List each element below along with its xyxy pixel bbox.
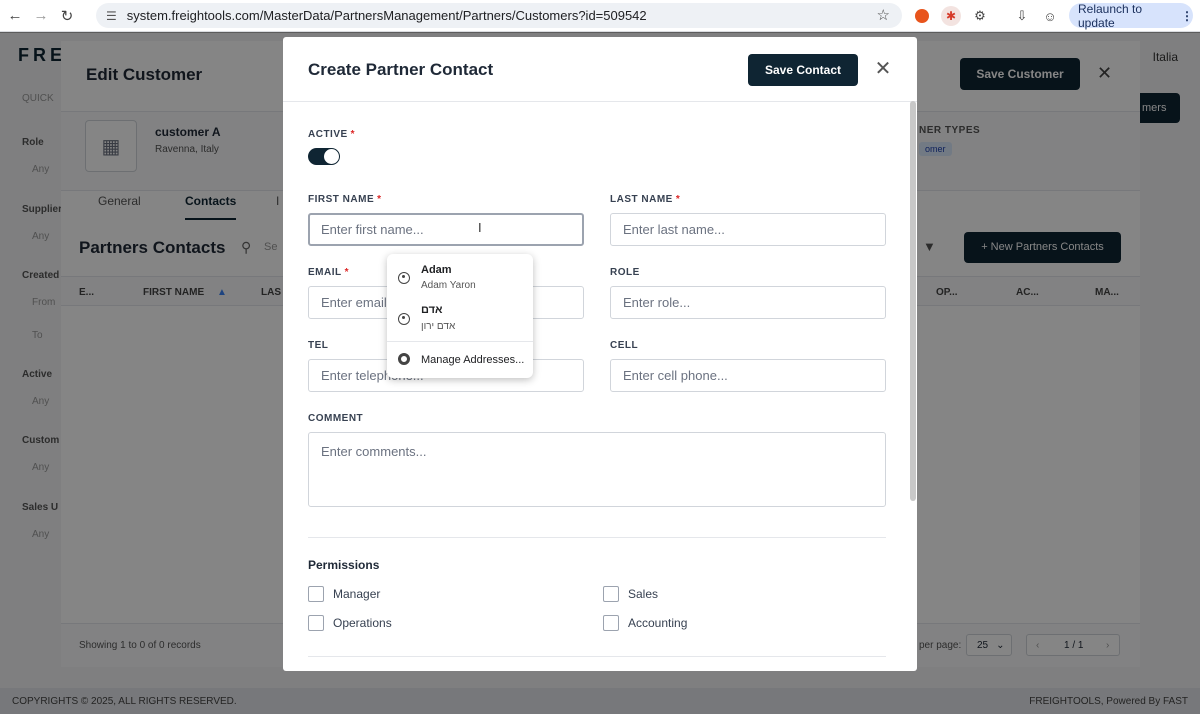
comment-label: COMMENT [308, 413, 364, 424]
permissions-title: Permissions [308, 558, 380, 572]
toggle-knob [324, 149, 339, 164]
create-partner-contact-modal: Create Partner Contact Save Contact ✕ AC… [283, 37, 917, 671]
extension-a-icon[interactable] [912, 6, 932, 26]
manager-checkbox[interactable] [308, 586, 324, 602]
first-name-label: FIRST NAME * [308, 194, 382, 205]
relaunch-label: Relaunch to update [1078, 1, 1143, 30]
comment-textarea[interactable] [308, 432, 886, 507]
accounting-label: Accounting [628, 616, 688, 630]
extension-icon[interactable]: ⚙ [970, 6, 990, 26]
manage-addresses-link[interactable]: Manage Addresses... [421, 354, 524, 366]
suggestion-detail: Adam Yaron [421, 280, 476, 291]
sales-label: Sales [628, 587, 659, 601]
text-cursor-icon: I [478, 220, 482, 235]
browser-toolbar: ← → ↻ ☰ system.freightools.com/MasterDat… [0, 0, 1200, 32]
role-input[interactable] [610, 286, 886, 319]
modal-header: Create Partner Contact Save Contact ✕ [283, 37, 917, 102]
accounting-checkbox[interactable] [603, 615, 619, 631]
address-bar[interactable]: ☰ system.freightools.com/MasterData/Part… [96, 3, 902, 28]
download-icon[interactable]: ⇩ [1012, 6, 1032, 26]
menu-icon[interactable]: ⋮ [1181, 9, 1193, 23]
cell-input[interactable] [610, 359, 886, 392]
autofill-suggestion[interactable]: אדם אדם ירון [387, 302, 533, 338]
extension-b-icon[interactable]: ✱ [941, 6, 961, 26]
operations-checkbox[interactable] [308, 615, 324, 631]
tel-label: TEL [308, 340, 329, 351]
star-icon[interactable]: ☆ [877, 6, 890, 24]
relaunch-button[interactable]: Relaunch to update ⋮ [1069, 1, 1193, 30]
divider [387, 341, 533, 342]
divider [308, 537, 886, 538]
url-text: system.freightools.com/MasterData/Partne… [126, 8, 647, 23]
suggestion-name: אדם [421, 304, 443, 316]
back-icon[interactable]: ← [4, 5, 26, 27]
profile-icon [398, 313, 410, 325]
first-name-input[interactable] [308, 213, 584, 246]
modal-title: Create Partner Contact [308, 60, 494, 79]
divider [308, 656, 886, 657]
role-label: ROLE [610, 267, 640, 278]
operations-label: Operations [333, 616, 392, 630]
last-name-input[interactable] [610, 213, 886, 246]
autofill-dropdown: Adam Adam Yaron אדם אדם ירון Manage Addr… [387, 254, 533, 378]
forward-icon[interactable]: → [30, 5, 52, 27]
chrome-icon [398, 353, 410, 365]
site-settings-icon[interactable]: ☰ [106, 9, 117, 23]
last-name-label: LAST NAME * [610, 194, 681, 205]
modal-scrollbar[interactable] [910, 101, 916, 501]
profile-icon[interactable]: ☺ [1040, 6, 1060, 26]
suggestion-name: Adam [421, 264, 452, 276]
save-contact-button[interactable]: Save Contact [748, 54, 858, 86]
reload-icon[interactable]: ↻ [56, 5, 78, 27]
autofill-suggestion[interactable]: Adam Adam Yaron [387, 260, 533, 296]
close-icon[interactable]: ✕ [873, 57, 893, 81]
email-label: EMAIL * [308, 267, 350, 278]
cell-label: CELL [610, 340, 639, 351]
suggestion-detail: אדם ירון [421, 321, 456, 332]
active-toggle[interactable] [308, 148, 340, 165]
sales-checkbox[interactable] [603, 586, 619, 602]
profile-icon [398, 272, 410, 284]
manager-label: Manager [333, 587, 381, 601]
active-label: ACTIVE * [308, 129, 356, 140]
